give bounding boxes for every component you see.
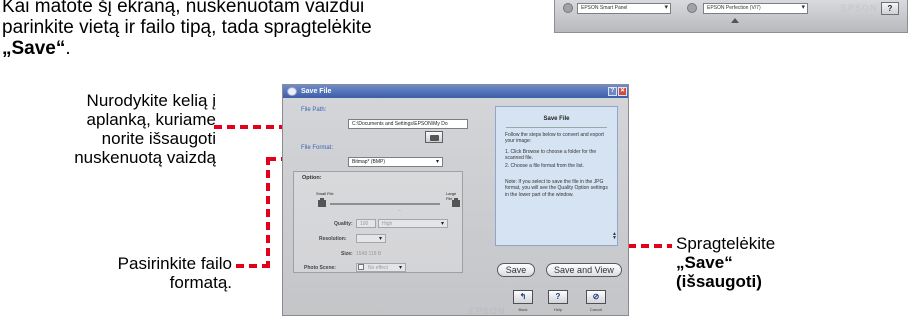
- callout-save-line-1: Spragtelėkite: [676, 234, 776, 253]
- file-path-input[interactable]: C:\Documents and Settings\EPSON\My Do: [348, 119, 468, 129]
- back-arrow-icon: ↰: [519, 292, 527, 301]
- chevron-down-icon: ▾: [440, 221, 444, 227]
- folder-icon: [430, 135, 439, 141]
- callout-path: Nurodykite kelią į aplanką, kuriame nori…: [36, 91, 216, 167]
- help-paragraph-3: 2. Choose a file format from the list.: [505, 163, 584, 169]
- help-panel-title: Save File: [543, 116, 570, 122]
- size-value: 1548 118 B: [356, 251, 382, 257]
- resolution-select[interactable]: ▾: [356, 234, 386, 243]
- intro-period: .: [65, 38, 71, 59]
- slider-marker: --: [398, 207, 401, 212]
- epson-scan-toolbar: EPSON Smart Panel EPSON Perfection (V/7)…: [554, 0, 908, 33]
- help-panel: Save File Follow the steps below to conv…: [495, 106, 618, 246]
- title-help-button[interactable]: ?: [608, 87, 617, 96]
- chevron-down-icon: ▾: [378, 236, 382, 242]
- help-paragraph-2: 1. Click Browse to choose a folder for t…: [505, 149, 597, 162]
- help-paragraph-4: Note: If you select to save the file in …: [505, 179, 608, 198]
- resolution-label: Resolution:: [319, 236, 347, 242]
- help-panel-divider: [506, 127, 607, 128]
- cancel-button[interactable]: ⊘: [586, 290, 606, 304]
- callout-format: Pasirinkite failo formatą.: [60, 254, 232, 292]
- toolbar-help-button[interactable]: ?: [881, 2, 899, 15]
- callout-format-line-1: Pasirinkite failo: [117, 254, 232, 273]
- quality-label: Quality:: [334, 221, 353, 227]
- dialog-title: Save File: [301, 88, 332, 95]
- photo-scene-value: No effect: [368, 265, 388, 271]
- cancel-icon: ⊘: [592, 292, 600, 301]
- smart-panel-combo[interactable]: EPSON Smart Panel: [577, 3, 671, 14]
- help-button[interactable]: ?: [548, 290, 568, 304]
- callout-path-line-3: norite išsaugoti: [101, 129, 216, 148]
- back-label: Back: [518, 307, 528, 312]
- callout-format-line-vertical: [266, 157, 270, 265]
- epson-watermark: EPSON: [469, 306, 506, 316]
- callout-path-line-2: aplanką, kuriame: [86, 110, 216, 129]
- file-format-label: File Format:: [301, 145, 334, 151]
- collapse-arrow-icon[interactable]: [731, 18, 739, 23]
- callout-format-line-bottom: [236, 264, 270, 268]
- small-file-icon: [318, 198, 326, 207]
- photo-scene-select[interactable]: No effect ▾: [356, 263, 406, 272]
- option-label: Option:: [302, 175, 322, 181]
- save-button[interactable]: Save: [497, 263, 535, 277]
- save-file-dialog: Save File ? ✕ File Path: C:\Documents an…: [282, 84, 629, 316]
- intro-text: Kai matote šį ekraną, nuskenuotam vaizdu…: [2, 0, 502, 59]
- save-and-view-button[interactable]: Save and View: [546, 263, 622, 277]
- file-path-label: File Path:: [301, 107, 327, 113]
- scan-mode-icon[interactable]: [563, 3, 573, 13]
- photo-scene-icon: [358, 264, 364, 270]
- app-icon: [287, 87, 297, 96]
- intro-save-word: „Save“: [2, 38, 66, 59]
- intro-line-1: Kai matote šį ekraną, nuskenuotam vaizdu…: [2, 0, 365, 17]
- file-format-value: Bitmap* (BMP): [352, 159, 386, 165]
- callout-path-line-4: nuskenuotą vaizdą: [74, 148, 216, 167]
- options-group: Option: Small File Large File -- Quality…: [293, 171, 463, 273]
- callout-format-line-2: formatą.: [169, 273, 232, 292]
- scanner-icon: [687, 3, 697, 13]
- browse-folder-button[interactable]: [425, 131, 443, 143]
- size-label: Size:: [341, 251, 353, 257]
- dialog-title-bar: Save File ? ✕: [283, 85, 628, 98]
- callout-save: Spragtelėkite „Save“ (išsaugoti): [676, 234, 866, 291]
- scanner-select-combo[interactable]: EPSON Perfection (V/7): [703, 3, 808, 14]
- file-format-select[interactable]: Bitmap* (BMP) ▾: [348, 157, 443, 167]
- help-label: Help: [553, 307, 563, 312]
- callout-save-line-3: (išsaugoti): [676, 272, 762, 291]
- help-paragraph-1: Follow the steps below to convert and ex…: [505, 132, 604, 145]
- quality-select-value: High: [382, 221, 393, 227]
- quality-select[interactable]: High ▾: [378, 219, 448, 228]
- intro-line-2: parinkite vietą ir failo tipą, tada spra…: [2, 17, 372, 38]
- help-scroll-arrows-icon[interactable]: ▲ ▼: [612, 232, 617, 241]
- close-button[interactable]: ✕: [618, 87, 627, 96]
- chevron-down-icon: ▾: [435, 159, 439, 165]
- photo-scene-label: Photo Scene:: [304, 265, 336, 271]
- callout-path-line-1: Nurodykite kelią į: [86, 91, 216, 110]
- callout-save-line-2: „Save“: [676, 253, 733, 272]
- back-button[interactable]: ↰: [513, 290, 533, 304]
- question-mark-icon: ?: [555, 292, 561, 301]
- epson-logo: EPSON: [841, 3, 878, 13]
- chevron-down-icon: ▾: [398, 265, 402, 271]
- cancel-label: Cancel: [589, 307, 603, 312]
- small-file-label: Small File: [316, 191, 334, 196]
- large-file-icon: [452, 198, 460, 207]
- quality-value-input[interactable]: 100: [356, 219, 376, 228]
- quality-slider[interactable]: [330, 203, 440, 205]
